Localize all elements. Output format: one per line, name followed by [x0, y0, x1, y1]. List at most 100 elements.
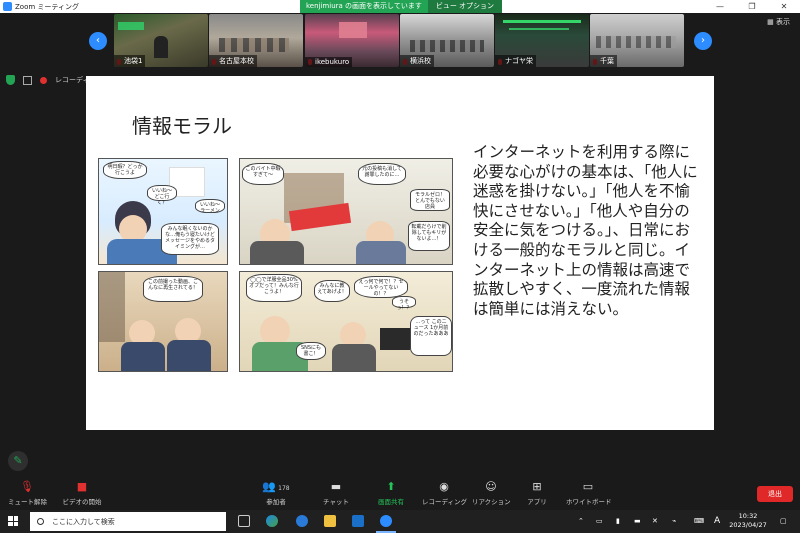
meeting-indicators: レコーディ	[6, 75, 90, 85]
view-toggle-button[interactable]: ▦ 表示	[767, 17, 790, 27]
participant-count: 178	[278, 485, 290, 492]
share-banner: kenjimiura の画面を表示しています ビュー オプション	[300, 0, 503, 13]
speech-bubble: ◯◯で洋服全品30%オフだって！みんな行こうよ！	[246, 274, 302, 302]
tray-overflow-icon[interactable]: ⌃	[578, 510, 584, 533]
unmute-button[interactable]: 🎙 ミュート解除	[8, 480, 47, 506]
speech-bubble: この前撮った動画、こんなに再生されてる！	[143, 276, 203, 302]
tray-app-icon[interactable]: ▭	[596, 510, 603, 533]
participant-tile[interactable]: 名古屋本校	[209, 14, 303, 67]
manga-panel: このバイト中暇すぎて～ 元の投稿も消して謝罪したのに… モラルゼロ！とんでもない…	[239, 158, 453, 265]
light-decor	[503, 20, 581, 23]
manga-panel: この前撮った動画、こんなに再生されてる！	[98, 271, 228, 372]
search-icon	[37, 518, 44, 525]
character-body	[250, 241, 304, 264]
character-body	[121, 342, 165, 371]
edge-legacy-icon[interactable]	[296, 515, 308, 527]
clock-date: 2023/04/27	[729, 521, 767, 529]
reactions-button[interactable]: ☺ リアクション	[472, 480, 511, 506]
ime-indicator[interactable]: A	[714, 510, 720, 533]
whiteboard-icon: ▭	[582, 480, 594, 493]
participant-tile[interactable]: ナゴヤ栄	[495, 14, 589, 67]
edge-browser-icon[interactable]	[266, 515, 278, 527]
participant-tile[interactable]: 池袋1	[114, 14, 208, 67]
apps-icon: ⊞	[532, 480, 542, 493]
camera-icon[interactable]: ▬	[634, 510, 641, 533]
slide-title: 情報モラル	[132, 114, 232, 138]
record-button[interactable]: ◉ レコーディング	[422, 480, 468, 506]
chat-icon: ▬	[330, 480, 342, 493]
record-icon: ◉	[439, 480, 449, 493]
speech-bubble: SNSにも書こ！	[296, 342, 326, 360]
windows-taskbar: ここに入力して検索 ⌃ ▭ ▮ ▬ ✕ ⌁ ⌨ A 10:32 2023/04/…	[0, 510, 800, 533]
speech-bubble: えっ何で何で！？セールやってないの！？	[354, 276, 408, 298]
participant-tile[interactable]: 千葉	[590, 14, 684, 67]
volume-muted-icon[interactable]: ✕	[652, 510, 658, 533]
zoom-app-icon[interactable]	[380, 515, 392, 527]
monitor-decor	[380, 328, 410, 350]
participants-button[interactable]: 👥 178 参加者	[256, 480, 296, 506]
shared-screen-slide: 情報モラル 明日暇？どっか行こうよ いいね～どこ行く？ いいね～ラーメン みんな…	[86, 76, 714, 430]
outlook-icon[interactable]	[352, 515, 364, 527]
participants-icon: 👥 178	[262, 480, 290, 493]
share-screen-icon: ⬆	[386, 480, 396, 493]
speech-bubble: うそっ！？	[392, 296, 416, 311]
speech-bubble: いいね～どこ行く？	[147, 185, 177, 206]
keyboard-icon[interactable]: ⌨	[694, 510, 704, 533]
speech-bubble: みんな眠くないのかな…俺もう寝たいけどメッセージをやめるタイミングが…	[161, 223, 219, 255]
classroom-decor	[410, 40, 484, 52]
network-icon[interactable]: ⌁	[672, 510, 676, 533]
apps-button[interactable]: ⊞ アプリ	[524, 480, 550, 506]
participant-name: ikebukuro	[305, 57, 353, 67]
participant-name: ナゴヤ栄	[495, 55, 536, 67]
view-toggle-label: 表示	[776, 18, 790, 26]
participant-name: 千葉	[590, 55, 617, 67]
window-title: Zoom ミーティング	[15, 2, 79, 11]
classroom-decor	[219, 38, 289, 52]
participant-tile[interactable]: ikebukuro	[305, 14, 399, 67]
participant-name: 名古屋本校	[209, 55, 257, 67]
classroom-decor	[596, 36, 676, 48]
window-controls: — ❐ ✕	[704, 0, 800, 13]
participant-tile[interactable]: 横浜校	[400, 14, 494, 67]
windows-start-icon[interactable]	[8, 516, 18, 526]
minimize-button[interactable]: —	[704, 0, 736, 13]
zoom-window: Zoom ミーティング kenjimiura の画面を表示しています ビュー オ…	[0, 0, 800, 533]
video-strip: ‹ 池袋1 名古屋本校 ikebukuro 横浜校 ナゴヤ栄 千葉 › ▦ 表示	[0, 13, 800, 69]
next-page-button[interactable]: ›	[694, 32, 712, 50]
notification-icon[interactable]: ▢	[780, 510, 787, 533]
close-button[interactable]: ✕	[768, 0, 800, 13]
annotate-pencil-icon[interactable]: ✎	[8, 451, 28, 471]
speech-bubble: 転載だらけで削除してもキリがないよ…！	[408, 221, 450, 251]
chat-label: チャット	[323, 498, 349, 506]
prev-page-button[interactable]: ‹	[89, 32, 107, 50]
record-label: レコーディング	[422, 498, 468, 506]
chat-button[interactable]: ▬ チャット	[318, 480, 354, 506]
speech-bubble: 明日暇？どっか行こうよ	[103, 161, 147, 179]
taskbar-clock[interactable]: 10:32 2023/04/27	[727, 512, 769, 530]
task-view-icon[interactable]	[238, 515, 250, 527]
restore-button[interactable]: ❐	[736, 0, 768, 13]
microphone-icon[interactable]: ▮	[616, 510, 620, 533]
share-screen-button[interactable]: ⬆ 画面共有	[372, 480, 410, 506]
clock-time: 10:32	[738, 512, 758, 520]
manga-panel: 明日暇？どっか行こうよ いいね～どこ行く？ いいね～ラーメン みんな眠くないのか…	[98, 158, 228, 265]
door-decor	[99, 272, 125, 342]
character-body	[167, 340, 211, 371]
speech-bubble: このバイト中暇すぎて～	[242, 163, 284, 185]
sharer-label: kenjimiura の画面を表示しています	[300, 0, 428, 13]
start-video-button[interactable]: ■ ビデオの開始	[60, 480, 104, 506]
view-options-button[interactable]: ビュー オプション	[427, 0, 503, 13]
taskbar-search-input[interactable]: ここに入力して検索	[30, 512, 226, 531]
meeting-toolbar: 🎙 ミュート解除 ■ ビデオの開始 👥 178 参加者 ▬ チャット ⬆ 画面共有…	[0, 478, 800, 509]
whiteboard-button[interactable]: ▭ ホワイトボード	[566, 480, 612, 506]
file-explorer-icon[interactable]	[324, 515, 336, 527]
speech-bubble: 元の投稿も消して謝罪したのに…	[358, 163, 406, 185]
grid-icon[interactable]	[23, 75, 32, 85]
unmute-label: ミュート解除	[8, 498, 47, 506]
person-silhouette	[154, 36, 168, 58]
shield-icon[interactable]	[6, 75, 15, 85]
participant-name: 池袋1	[114, 55, 146, 67]
leave-meeting-button[interactable]: 退出	[757, 486, 793, 502]
participant-name: 横浜校	[400, 55, 434, 67]
whiteboard-label: ホワイトボード	[566, 498, 612, 506]
